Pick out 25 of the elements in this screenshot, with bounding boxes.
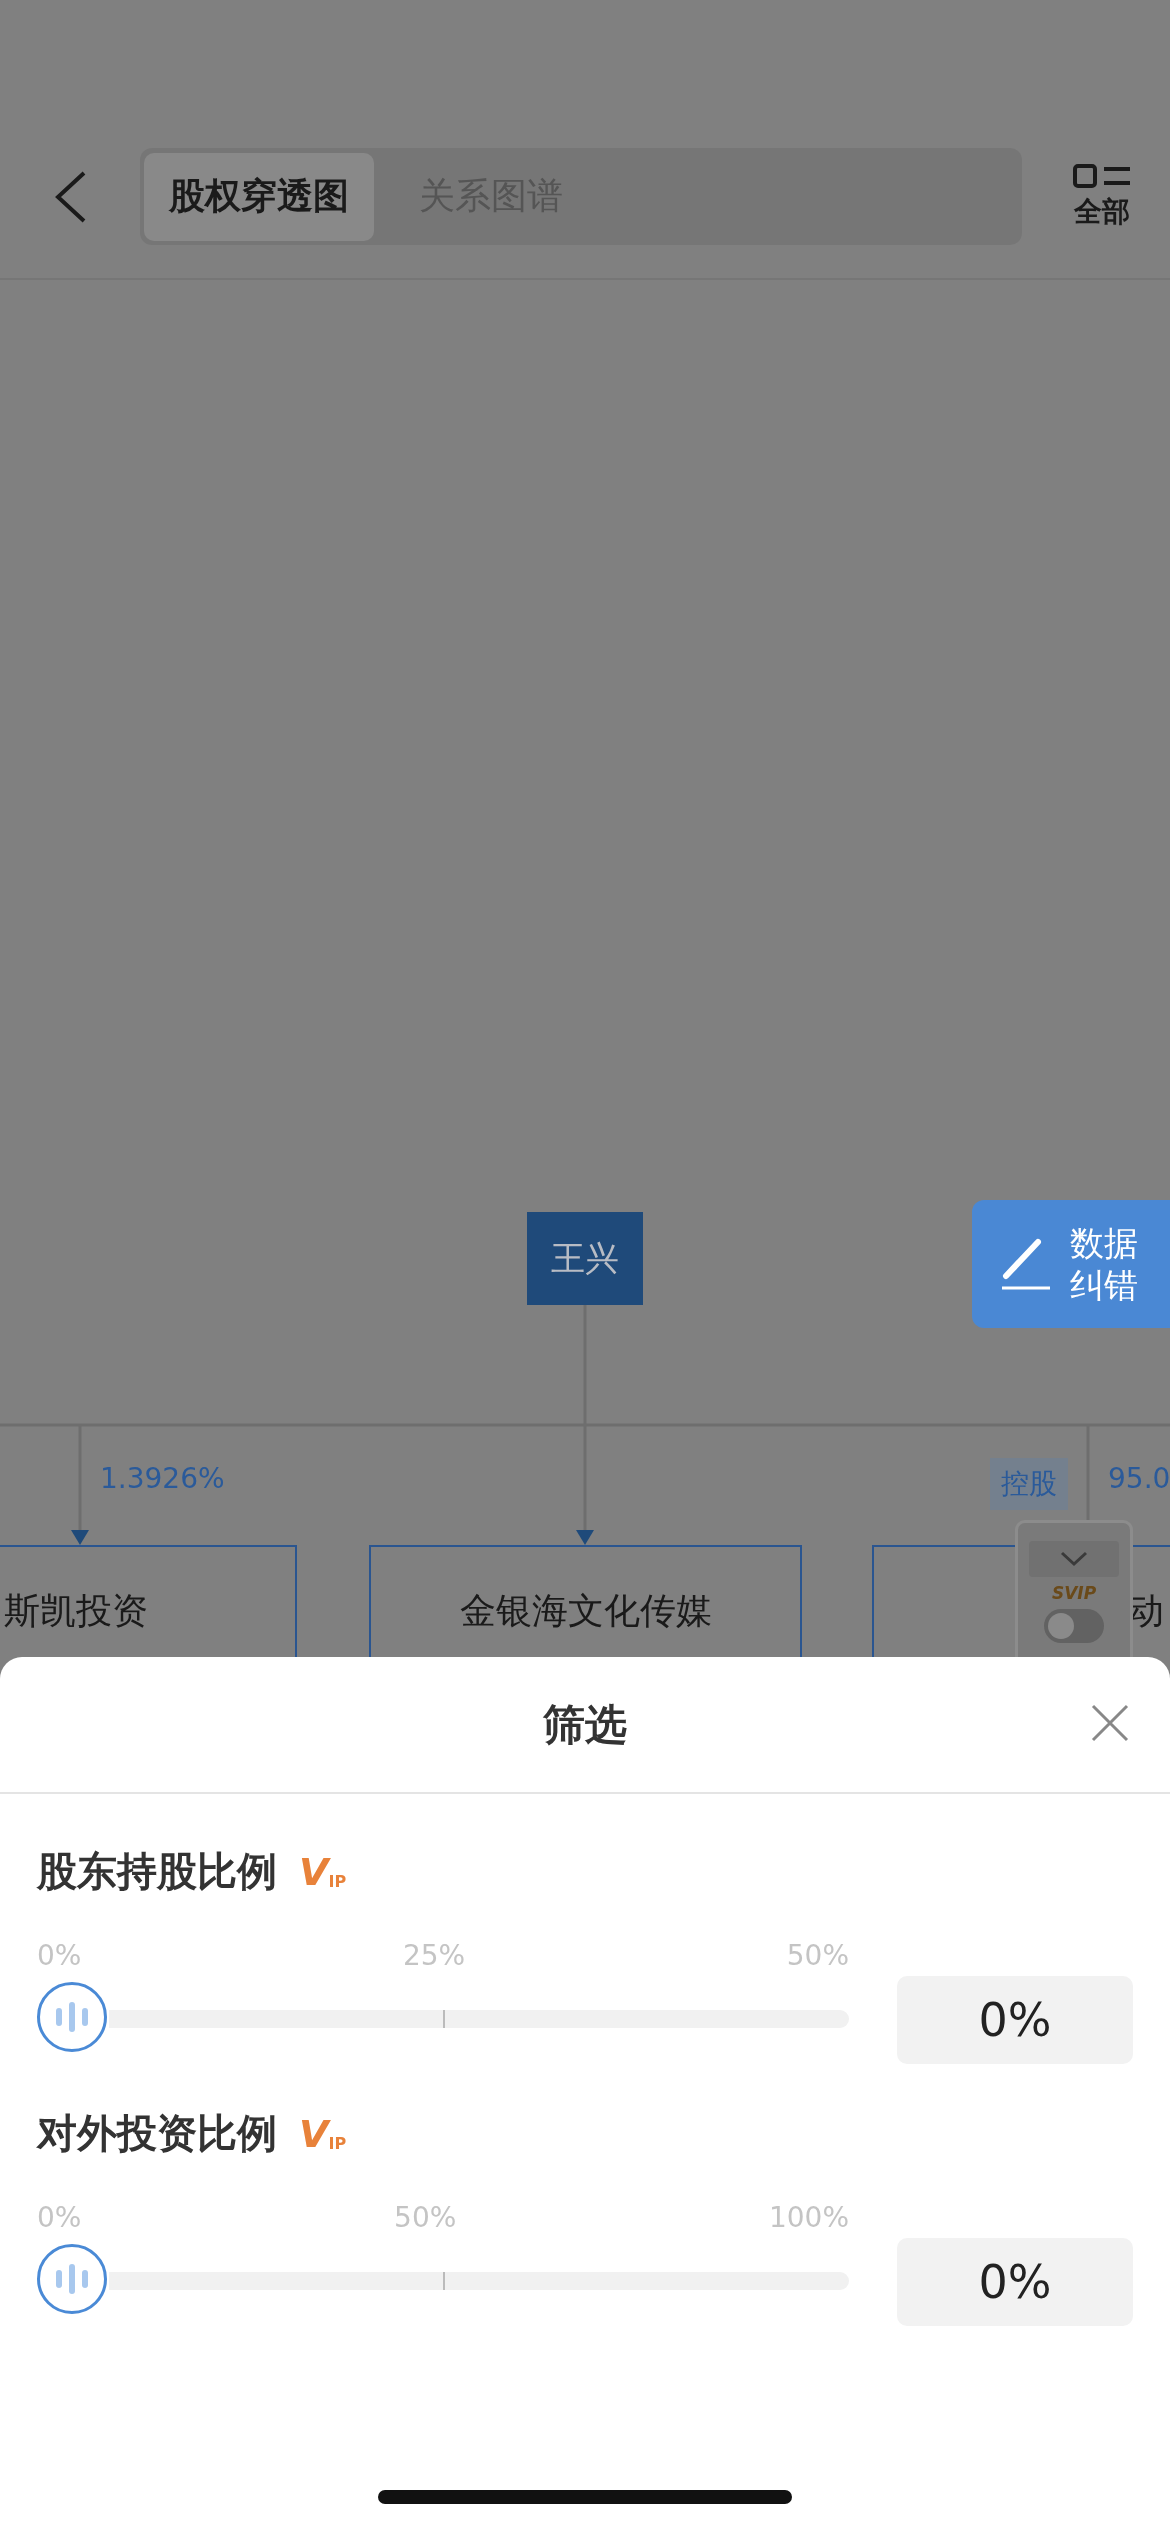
filter-label[interactable]: 全部 (1074, 192, 1130, 231)
chevron-down-icon (1060, 1551, 1088, 1567)
tick-label: 25% (402, 1939, 466, 1972)
svip-label: SVIP (1051, 1583, 1097, 1603)
holding-tag: 控股 (990, 1458, 1068, 1510)
tick-label: 50% (394, 2201, 457, 2234)
close-icon[interactable] (1090, 1703, 1130, 1743)
svip-toggle[interactable] (1044, 1609, 1104, 1643)
value-field[interactable]: 0% (897, 1976, 1133, 2064)
value-field[interactable]: 0% (897, 2238, 1133, 2326)
tick-label: 50% (786, 1939, 849, 1972)
sheet-title: 筛选 (543, 1698, 627, 1751)
correction-button[interactable]: 数据纠错 (972, 1200, 1170, 1328)
collapse-button[interactable] (1029, 1541, 1119, 1577)
pencil-icon (1000, 1236, 1052, 1292)
tick-label: 100% (768, 2201, 849, 2234)
tick-label: 0% (37, 1939, 82, 1972)
filter-title: 对外投资比例 (37, 2109, 277, 2158)
filter-title: 股东持股比例 (37, 1847, 277, 1896)
share-percent: 1.3926% (100, 1462, 225, 1495)
share-percent: 95.0 (1108, 1462, 1170, 1495)
view-tab[interactable]: 股权穿透图 (144, 152, 374, 241)
person-node[interactable]: 王兴 (527, 1212, 643, 1305)
list-filter-icon[interactable] (1072, 162, 1132, 191)
tick-label: 0% (37, 2201, 82, 2234)
